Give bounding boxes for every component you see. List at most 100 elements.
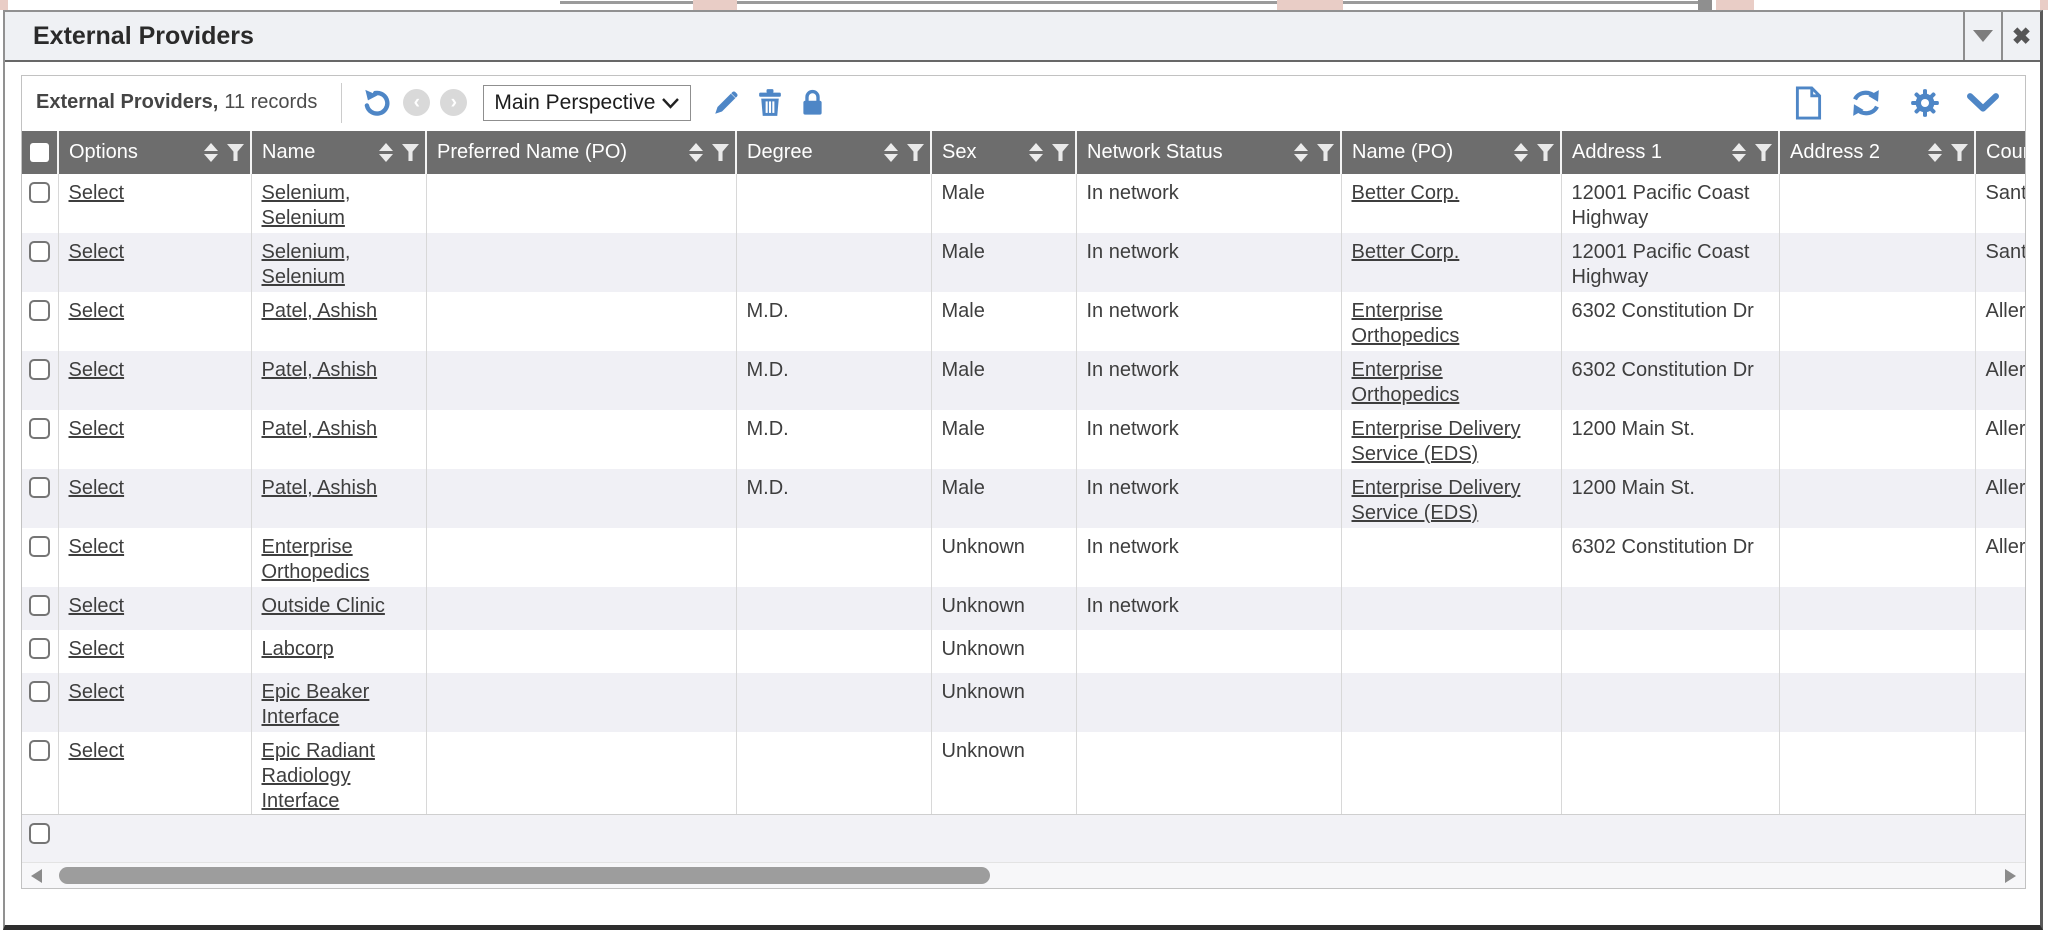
external-providers-window: External Providers ✖ External Providers,… — [3, 10, 2043, 930]
filter-funnel-icon[interactable] — [1951, 144, 1968, 161]
name-link[interactable]: Patel, Ashish — [262, 477, 378, 499]
sort-icon[interactable] — [1029, 143, 1043, 162]
footer-row-checkbox[interactable] — [29, 823, 50, 844]
select-link[interactable]: Select — [69, 359, 125, 381]
perspective-select[interactable]: Main Perspective — [483, 85, 691, 121]
cell-county: Aller — [1975, 410, 2025, 469]
row-checkbox[interactable] — [29, 359, 50, 380]
lock-icon — [799, 88, 826, 118]
scrollbar-thumb[interactable] — [59, 867, 990, 884]
address1-value: 12001 Pacific Coast Highway — [1572, 241, 1750, 288]
name_po-link[interactable]: Enterprise Delivery Service (EDS) — [1352, 477, 1521, 524]
name_po-link[interactable]: Enterprise Orthopedics — [1352, 359, 1460, 406]
column-header-name[interactable]: Name — [251, 131, 426, 174]
cell-checkbox — [22, 351, 58, 410]
sort-icon[interactable] — [884, 143, 898, 162]
select-link[interactable]: Select — [69, 241, 125, 263]
background-fragment — [1277, 0, 1343, 10]
undo-button[interactable] — [362, 87, 393, 118]
row-checkbox[interactable] — [29, 595, 50, 616]
column-header-name_po[interactable]: Name (PO) — [1341, 131, 1561, 174]
scroll-left-icon[interactable] — [31, 869, 42, 883]
filter-funnel-icon[interactable] — [227, 144, 244, 161]
row-checkbox[interactable] — [29, 681, 50, 702]
filter-funnel-icon[interactable] — [712, 144, 729, 161]
name_po-link[interactable]: Enterprise Delivery Service (EDS) — [1352, 418, 1521, 465]
sort-icon[interactable] — [204, 143, 218, 162]
sort-icon[interactable] — [689, 143, 703, 162]
data-grid: OptionsNamePreferred Name (PO)DegreeSexN… — [22, 131, 2025, 862]
column-header-sex[interactable]: Sex — [931, 131, 1076, 174]
name-link[interactable]: Selenium, Selenium — [262, 241, 351, 288]
filter-funnel-icon[interactable] — [907, 144, 924, 161]
cell-preferred_name — [426, 410, 736, 469]
cell-sex: Unknown — [931, 528, 1076, 587]
sort-icon[interactable] — [1732, 143, 1746, 162]
filter-funnel-icon[interactable] — [1755, 144, 1772, 161]
filter-funnel-icon[interactable] — [1317, 144, 1334, 161]
row-checkbox[interactable] — [29, 477, 50, 498]
name_po-link[interactable]: Enterprise Orthopedics — [1352, 300, 1460, 347]
name-link[interactable]: Epic Radiant Radiology Interface — [262, 740, 375, 812]
delete-perspective-button[interactable] — [756, 88, 784, 118]
horizontal-scrollbar[interactable] — [22, 862, 2025, 888]
filter-funnel-icon[interactable] — [402, 144, 419, 161]
name-link[interactable]: Outside Clinic — [262, 595, 385, 617]
sort-icon[interactable] — [1514, 143, 1528, 162]
settings-button[interactable] — [1909, 87, 1941, 119]
edit-perspective-button[interactable] — [711, 88, 741, 118]
select-link[interactable]: Select — [69, 182, 125, 204]
row-checkbox[interactable] — [29, 300, 50, 321]
column-header-degree[interactable]: Degree — [736, 131, 931, 174]
name-link[interactable]: Patel, Ashish — [262, 300, 378, 322]
name-link[interactable]: Enterprise Orthopedics — [262, 536, 370, 583]
row-checkbox[interactable] — [29, 418, 50, 439]
window-collapse-button[interactable] — [1963, 12, 2001, 60]
row-checkbox[interactable] — [29, 536, 50, 557]
filter-funnel-icon[interactable] — [1537, 144, 1554, 161]
select-link[interactable]: Select — [69, 638, 125, 660]
row-checkbox[interactable] — [29, 182, 50, 203]
nav-back-button[interactable]: ‹ — [403, 89, 430, 116]
column-header-network_status[interactable]: Network Status — [1076, 131, 1341, 174]
row-checkbox[interactable] — [29, 740, 50, 761]
column-header-options[interactable]: Options — [58, 131, 251, 174]
column-header-address1[interactable]: Address 1 — [1561, 131, 1779, 174]
name-link[interactable]: Epic Beaker Interface — [262, 681, 370, 728]
name-link[interactable]: Patel, Ashish — [262, 418, 378, 440]
new-record-button[interactable] — [1794, 86, 1823, 120]
cell-address2 — [1779, 587, 1975, 630]
refresh-button[interactable] — [1849, 87, 1883, 119]
select-all-checkbox[interactable] — [30, 143, 49, 162]
cell-name: Patel, Ashish — [251, 469, 426, 528]
select-link[interactable]: Select — [69, 536, 125, 558]
select-link[interactable]: Select — [69, 300, 125, 322]
perspective-selected-value: Main Perspective — [494, 91, 655, 115]
name-link[interactable]: Labcorp — [262, 638, 334, 660]
select-link[interactable]: Select — [69, 418, 125, 440]
window-close-button[interactable]: ✖ — [2001, 12, 2040, 60]
row-checkbox[interactable] — [29, 638, 50, 659]
window-titlebar: External Providers ✖ — [5, 12, 2040, 62]
scroll-right-icon[interactable] — [2005, 869, 2016, 883]
name-link[interactable]: Patel, Ashish — [262, 359, 378, 381]
name_po-link[interactable]: Better Corp. — [1352, 182, 1460, 204]
sort-icon[interactable] — [1294, 143, 1308, 162]
column-header-address2[interactable]: Address 2 — [1779, 131, 1975, 174]
select-link[interactable]: Select — [69, 740, 125, 762]
select-link[interactable]: Select — [69, 477, 125, 499]
sort-icon[interactable] — [1928, 143, 1942, 162]
filter-funnel-icon[interactable] — [1052, 144, 1069, 161]
column-header-preferred_name[interactable]: Preferred Name (PO) — [426, 131, 736, 174]
expand-grid-button[interactable] — [1967, 93, 1999, 113]
name-link[interactable]: Selenium, Selenium — [262, 182, 351, 229]
column-header-county[interactable]: Coun — [1975, 131, 2025, 174]
name_po-link[interactable]: Better Corp. — [1352, 241, 1460, 263]
column-header-checkbox[interactable] — [22, 131, 58, 174]
nav-forward-button[interactable]: › — [440, 89, 467, 116]
lock-button[interactable] — [799, 88, 826, 118]
sort-icon[interactable] — [379, 143, 393, 162]
select-link[interactable]: Select — [69, 595, 125, 617]
select-link[interactable]: Select — [69, 681, 125, 703]
row-checkbox[interactable] — [29, 241, 50, 262]
